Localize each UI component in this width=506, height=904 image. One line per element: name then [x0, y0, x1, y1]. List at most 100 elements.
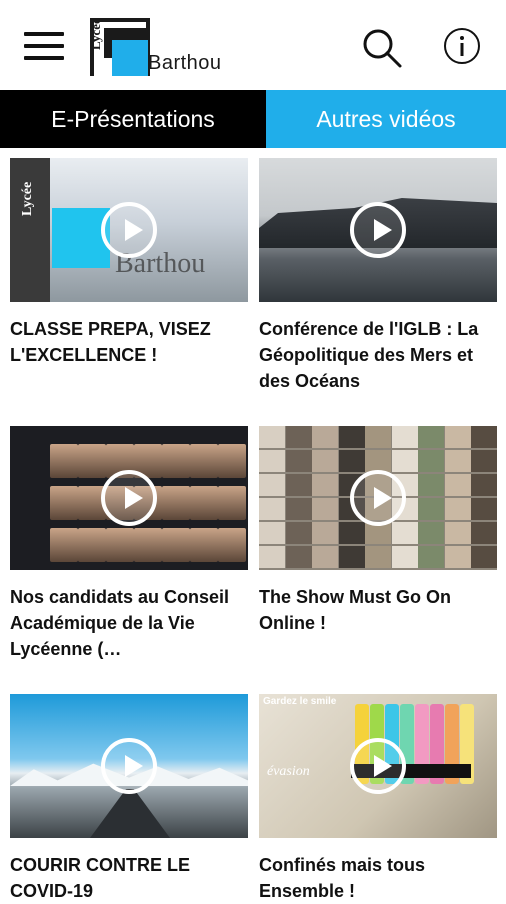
video-title[interactable]: Conférence de l'IGLB : La Géopolitique d…	[259, 316, 497, 394]
play-icon[interactable]	[101, 738, 157, 794]
thumb-tile	[338, 546, 365, 568]
video-thumbnail[interactable]	[10, 694, 248, 838]
thumb-tile	[444, 474, 471, 496]
thumb-portrait	[218, 528, 246, 562]
thumb-tile	[259, 498, 285, 520]
video-title[interactable]: Nos candidats au Conseil Académique de l…	[10, 584, 248, 662]
thumb-label: Gardez le smile	[263, 696, 337, 707]
thumb-tile	[312, 498, 338, 520]
thumb-tile	[471, 474, 497, 496]
thumb-tile	[471, 450, 497, 472]
thumb-tile	[312, 426, 338, 448]
lycee-barthou-logo[interactable]: Lycée Barthou	[88, 18, 225, 80]
thumb-portrait	[50, 486, 78, 520]
thumb-tile	[312, 450, 338, 472]
tab-autres-videos[interactable]: Autres vidéos	[266, 90, 506, 148]
video-title[interactable]: CLASSE PREPA, VISEZ L'EXCELLENCE !	[10, 316, 248, 368]
thumb-tile	[418, 426, 444, 448]
thumb-tile	[471, 426, 497, 448]
thumb-portrait	[218, 486, 246, 520]
thumb-portrait	[190, 444, 218, 478]
video-title[interactable]: COURIR CONTRE LE COVID-19	[10, 852, 248, 904]
hamburger-line	[24, 32, 64, 36]
thumb-tile	[391, 546, 418, 568]
thumb-portrait	[50, 528, 78, 562]
thumb-portrait	[134, 528, 162, 562]
thumb-tile	[471, 522, 497, 544]
thumb-tile	[338, 450, 365, 472]
play-icon[interactable]	[350, 738, 406, 794]
video-card[interactable]: COURIR CONTRE LE COVID-19	[10, 694, 248, 904]
video-card[interactable]: Nos candidats au Conseil Académique de l…	[10, 426, 248, 662]
play-icon[interactable]	[350, 470, 406, 526]
thumb-portrait	[78, 444, 106, 478]
thumb-shape	[10, 158, 50, 302]
video-thumbnail[interactable]	[259, 426, 497, 570]
thumb-tile	[259, 450, 285, 472]
video-card[interactable]: The Show Must Go On Online !	[259, 426, 497, 636]
thumb-tile	[444, 498, 471, 520]
thumb-tile	[312, 546, 338, 568]
thumb-tile	[259, 474, 285, 496]
thumb-tile	[418, 546, 444, 568]
video-thumbnail[interactable]: Lycée Barthou	[10, 158, 248, 302]
logo-blue-square	[112, 40, 148, 76]
tab-bar: E-Présentations Autres vidéos	[0, 90, 506, 148]
play-icon[interactable]	[101, 470, 157, 526]
thumb-tile	[312, 522, 338, 544]
thumb-tile	[444, 426, 471, 448]
thumb-tile	[285, 522, 312, 544]
thumb-tile	[418, 498, 444, 520]
logo-vertical-text: Lycée	[88, 18, 103, 50]
video-card[interactable]: Gardez le smile évasion Confinés mais to…	[259, 694, 497, 904]
hamburger-line	[24, 56, 64, 60]
thumb-tile	[285, 498, 312, 520]
thumb-road	[90, 789, 170, 838]
thumb-tile	[259, 426, 285, 448]
logo-name: Barthou	[148, 52, 222, 74]
video-thumbnail[interactable]	[10, 426, 248, 570]
info-icon[interactable]	[442, 26, 482, 66]
thumb-tile	[418, 450, 444, 472]
thumb-word: évasion	[267, 764, 310, 779]
tab-e-presentations[interactable]: E-Présentations	[0, 90, 266, 148]
thumb-tile	[391, 450, 418, 472]
thumb-tile	[259, 522, 285, 544]
thumb-tile	[391, 522, 418, 544]
thumb-portrait	[162, 486, 190, 520]
search-icon[interactable]	[360, 26, 404, 70]
play-icon[interactable]	[350, 202, 406, 258]
thumb-tile	[444, 450, 471, 472]
hamburger-line	[24, 44, 64, 48]
thumb-tile	[259, 546, 285, 568]
video-card[interactable]: Lycée Barthou CLASSE PREPA, VISEZ L'EXCE…	[10, 158, 248, 368]
thumb-tile	[471, 546, 497, 568]
thumb-tile	[444, 546, 471, 568]
thumb-portrait	[50, 444, 78, 478]
thumb-tile	[312, 474, 338, 496]
video-thumbnail[interactable]: Gardez le smile évasion	[259, 694, 497, 838]
thumb-tile	[444, 522, 471, 544]
thumb-tile	[418, 474, 444, 496]
thumb-portrait	[190, 528, 218, 562]
hamburger-icon[interactable]	[24, 30, 64, 62]
thumb-tile	[418, 522, 444, 544]
video-thumbnail[interactable]	[259, 158, 497, 302]
thumb-portrait	[106, 528, 134, 562]
thumb-tile	[285, 450, 312, 472]
thumb-tile	[391, 426, 418, 448]
app-header: Lycée Barthou	[0, 0, 506, 90]
thumb-portrait	[78, 528, 106, 562]
video-title[interactable]: Confinés mais tous Ensemble !	[259, 852, 497, 904]
video-title[interactable]: The Show Must Go On Online !	[259, 584, 497, 636]
thumb-portrait	[162, 444, 190, 478]
play-icon[interactable]	[101, 202, 157, 258]
thumb-tile	[365, 450, 391, 472]
thumb-tile	[285, 426, 312, 448]
thumb-tile	[365, 426, 391, 448]
thumb-tile	[285, 474, 312, 496]
thumb-portrait	[162, 528, 190, 562]
thumb-tile	[285, 546, 312, 568]
video-card[interactable]: Conférence de l'IGLB : La Géopolitique d…	[259, 158, 497, 394]
thumb-tile	[338, 426, 365, 448]
